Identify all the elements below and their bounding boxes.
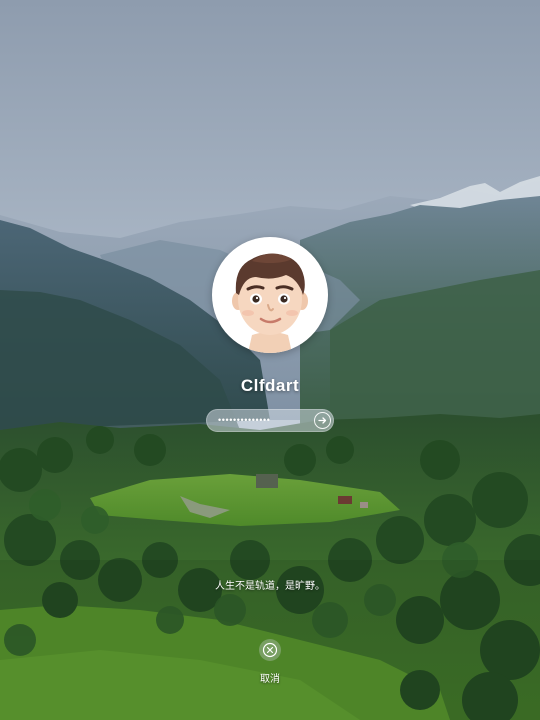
cancel-label: 取消 [260,674,280,685]
wallpaper [0,0,540,720]
password-field[interactable]: •••••••••••••• [206,409,334,432]
user-avatar [212,237,328,353]
close-circle-icon [262,642,278,658]
arrow-right-circle-icon [318,417,327,424]
memoji-avatar-icon [232,253,308,353]
cancel-icon-circle[interactable] [259,639,281,661]
username-label: Clfdart [240,376,300,395]
login-submit-button[interactable] [314,412,331,429]
password-masked-value: •••••••••••••• [218,415,271,425]
lock-screen-message: 人生不是轨道，是旷野。 [215,581,325,592]
cancel-button[interactable]: 取消 [250,639,290,685]
